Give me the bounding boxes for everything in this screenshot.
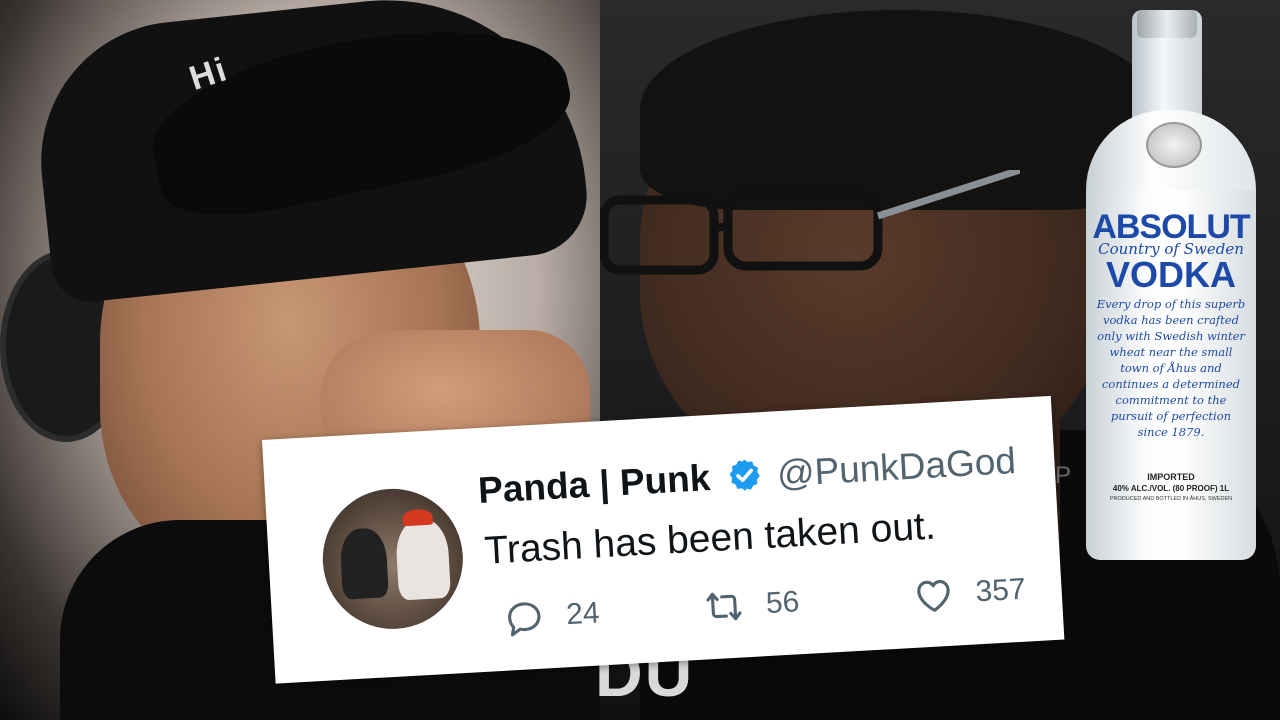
bottle-imported: IMPORTED (1147, 472, 1195, 482)
reply-icon (508, 602, 541, 637)
reply-count: 24 (565, 596, 601, 632)
bottle-alcohol: 40% ALC./VOL. (80 PROOF) 1L (1112, 484, 1230, 493)
tweet-card[interactable]: Panda | Punk @PunkDaGod Trash has been t… (262, 395, 1065, 684)
tweet-header: Panda | Punk @PunkDaGod (477, 440, 1017, 512)
avatar-person (394, 517, 452, 601)
display-name[interactable]: Panda | Punk (477, 457, 711, 511)
avatar[interactable] (319, 485, 467, 633)
like-count: 357 (974, 572, 1027, 609)
bottle-product: VODKA (1105, 254, 1236, 295)
handle[interactable]: @PunkDaGod (776, 440, 1017, 494)
retweet-count: 56 (764, 585, 801, 621)
bottle-cap (1137, 10, 1197, 38)
retweet-icon (706, 592, 742, 621)
verified-badge-icon (729, 459, 760, 491)
avatar-person (339, 527, 389, 600)
reply-button[interactable]: 24 (501, 591, 601, 640)
glasses (600, 170, 1020, 275)
bottle-produced: PRODUCED AND BOTTLED IN ÅHUS, SWEDEN (1109, 496, 1233, 502)
bottle-medallion-icon (1146, 122, 1202, 168)
like-button[interactable]: 357 (910, 568, 1026, 618)
tweet-text: Trash has been taken out. (483, 504, 937, 573)
bottle-blurb: Every drop of this superb vodka has been… (1096, 297, 1246, 439)
avatar-red-hat (402, 508, 433, 527)
vodka-bottle: ABSOLUT Country of Sweden VODKA Every dr… (1082, 10, 1260, 565)
retweet-button[interactable]: 56 (701, 580, 801, 629)
heart-icon (917, 580, 950, 612)
